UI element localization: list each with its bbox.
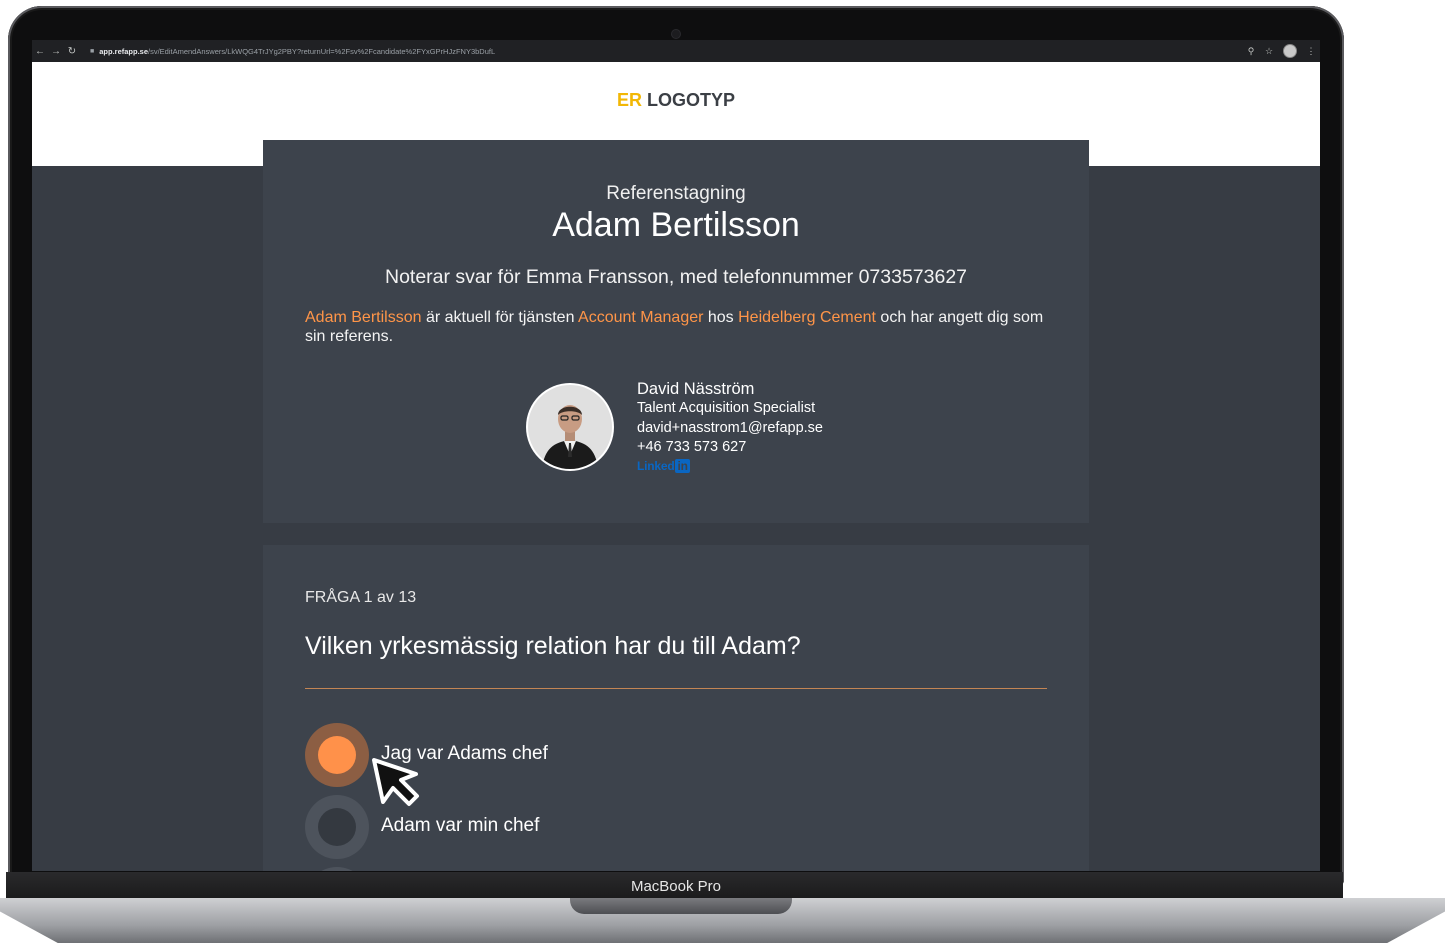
menu-icon[interactable]: ⋮: [1302, 46, 1320, 57]
address-bar[interactable]: ■ app.refapp.se/sv/EditAmendAnswers/LkWQ…: [86, 43, 1242, 59]
reload-icon[interactable]: ↻: [64, 46, 80, 57]
linkedin-in: in: [675, 458, 690, 473]
question-counter: FRÅGA 1 av 13: [305, 589, 417, 606]
radio-dot: [318, 808, 356, 846]
forward-icon[interactable]: →: [48, 46, 64, 57]
answer-option[interactable]: [305, 867, 905, 871]
logo[interactable]: ER LOGOTYP: [32, 90, 1320, 111]
intro-text: Adam Bertilsson är aktuell för tjänsten …: [305, 308, 1045, 346]
job-title-link: Account Manager: [578, 309, 704, 326]
option-label: Adam var min chef: [381, 815, 540, 836]
laptop-notch: [570, 898, 792, 914]
url-host: app.refapp.se: [99, 46, 148, 56]
recruiter-name: David Näsström: [637, 380, 755, 398]
linkedin-text: Linked: [637, 458, 675, 473]
company-link: Heidelberg Cement: [738, 309, 876, 326]
recruiter-email[interactable]: david+nasstrom1@refapp.se: [637, 419, 823, 439]
divider: [305, 688, 1047, 689]
laptop-base: MacBook Pro: [0, 872, 1445, 943]
screen: ← → ↻ ■ app.refapp.se/sv/EditAmendAnswer…: [32, 40, 1320, 871]
intro-text-part: är aktuell för tjänsten: [421, 309, 579, 326]
linkedin-icon[interactable]: Linked in: [637, 458, 823, 474]
logo-text: LOGOTYP: [647, 90, 736, 110]
recruiter-title: Talent Acquisition Specialist: [637, 400, 816, 416]
recruiter-phone[interactable]: +46 733 573 627: [637, 438, 823, 458]
star-icon[interactable]: ☆: [1260, 46, 1278, 57]
avatar-photo: [528, 385, 612, 469]
question-text: Vilken yrkesmässig relation har du till …: [305, 632, 801, 660]
avatar: [528, 385, 612, 469]
url-path: /sv/EditAmendAnswers/LkWQG4TrJYg2PBY?ret…: [148, 46, 496, 56]
candidate-link: Adam Bertilsson: [305, 309, 422, 326]
zoom-icon[interactable]: ⚲: [1242, 46, 1260, 57]
profile-icon[interactable]: [1283, 44, 1297, 58]
camera-icon: [672, 30, 680, 38]
intro-card: Referenstagning Adam Bertilsson Noterar …: [263, 140, 1089, 523]
recruiter-info: David Näsström Talent Acquisition Specia…: [637, 380, 823, 474]
page: ER LOGOTYP Referenstagning Adam Bertilss…: [32, 62, 1320, 871]
page-kicker: Referenstagning: [606, 183, 746, 204]
candidate-name: Adam Bertilsson: [552, 206, 800, 244]
lock-icon[interactable]: ■: [90, 48, 94, 55]
radio-button[interactable]: [305, 867, 369, 871]
browser-toolbar: ← → ↻ ■ app.refapp.se/sv/EditAmendAnswer…: [32, 40, 1320, 62]
intro-text-part: hos: [703, 309, 739, 326]
question-card: FRÅGA 1 av 13 Vilken yrkesmässig relatio…: [263, 545, 1089, 871]
cursor-icon: [372, 758, 419, 806]
back-icon[interactable]: ←: [32, 46, 48, 57]
noting-line: Noterar svar för Emma Fransson, med tele…: [384, 266, 968, 288]
logo-accent: ER: [616, 90, 642, 110]
model-label: MacBook Pro: [630, 878, 722, 895]
